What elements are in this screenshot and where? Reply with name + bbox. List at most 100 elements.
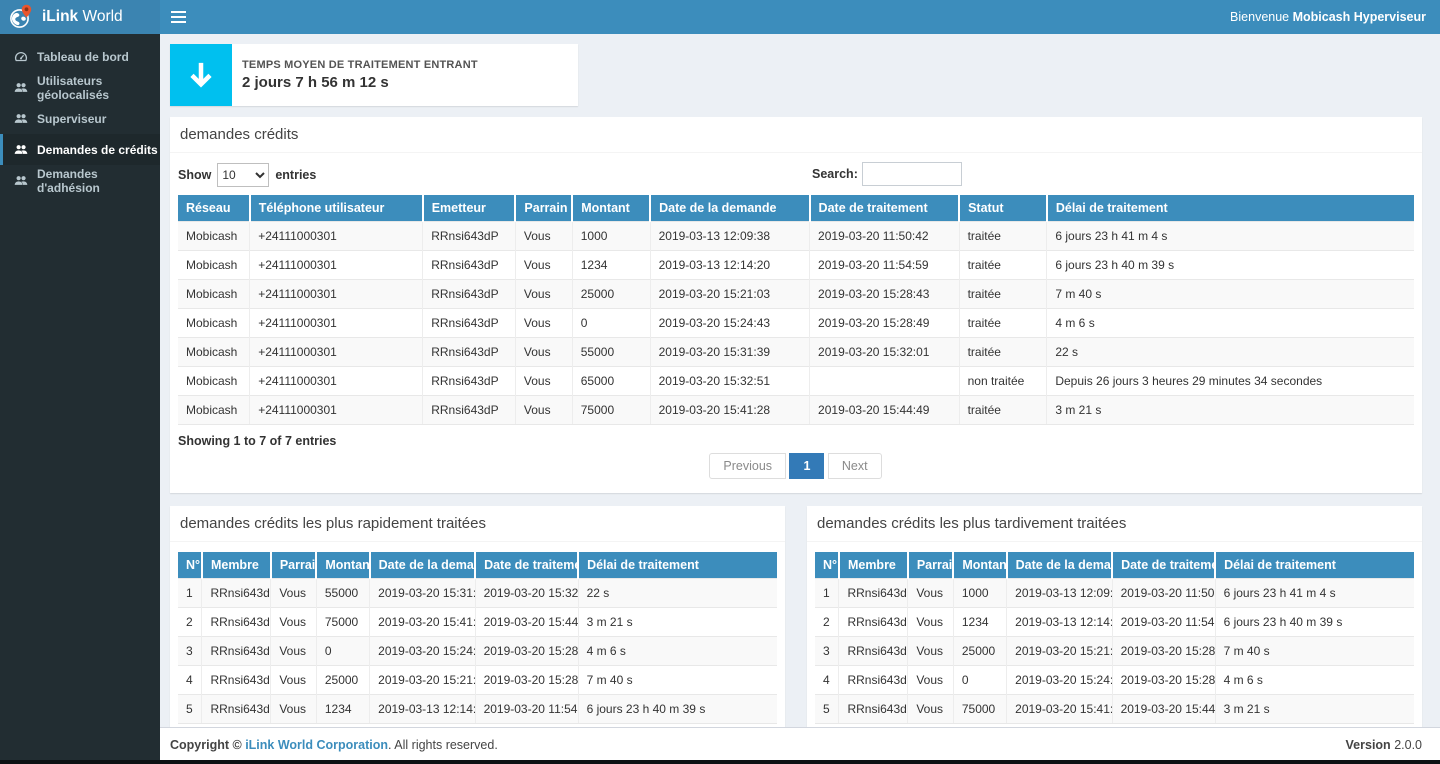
entries-select[interactable]: 10 (217, 163, 269, 187)
table-cell: RRnsi643dP (202, 666, 271, 695)
sidebar-item-demandes-d-adhesion[interactable]: Demandes d'adhésion (0, 165, 160, 196)
table-cell: +24111000301 (250, 396, 423, 425)
table-row: Mobicash+24111000301RRnsi643dPVous123420… (178, 251, 1414, 280)
table-cell: RRnsi643dP (423, 338, 516, 367)
search-input[interactable] (862, 162, 962, 186)
table-cell: 6 jours 23 h 40 m 39 s (578, 695, 777, 724)
column-header[interactable]: Date de la demande (650, 195, 809, 222)
table-cell: 55000 (572, 338, 650, 367)
table-cell: 2019-03-20 11:54:59 (1112, 608, 1215, 637)
column-header[interactable]: Parrain (908, 552, 954, 579)
column-header[interactable]: Date de la demande (370, 552, 475, 579)
table-cell: Mobicash (178, 251, 250, 280)
column-header[interactable]: Date de la demande (1007, 552, 1112, 579)
table-cell: 2019-03-20 11:54:59 (475, 695, 578, 724)
column-header[interactable]: Réseau (178, 195, 250, 222)
column-header[interactable]: Statut (959, 195, 1047, 222)
column-header[interactable]: Date de traitement (810, 195, 960, 222)
table-cell: 7 m 40 s (578, 666, 777, 695)
column-header[interactable]: Montant (572, 195, 650, 222)
table-cell: RRnsi643dP (839, 579, 908, 608)
sidebar-item-label: Utilisateurs géolocalisés (37, 74, 160, 102)
column-header[interactable]: Délai de traitement (578, 552, 777, 579)
table-cell: 2019-03-20 15:44:49 (475, 608, 578, 637)
table-row: Mobicash+24111000301RRnsi643dPVous250002… (178, 280, 1414, 309)
table-row: Mobicash+24111000301RRnsi643dPVous02019-… (178, 309, 1414, 338)
table-row: Mobicash+24111000301RRnsi643dPVous650002… (178, 367, 1414, 396)
sidebar-item-utilisateurs-geolocalises[interactable]: Utilisateurs géolocalisés (0, 72, 160, 103)
table-cell: Vous (271, 608, 317, 637)
sidebar-item-label: Demandes de crédits (37, 143, 158, 157)
pagination: Previous 1 Next (178, 453, 1414, 479)
table-cell: 22 s (578, 579, 777, 608)
sidebar-item-demandes-de-credits[interactable]: Demandes de crédits (0, 134, 160, 165)
company-link[interactable]: iLink World Corporation (245, 738, 388, 752)
table-cell: 6 jours 23 h 40 m 39 s (1215, 608, 1414, 637)
table-cell: 2019-03-20 15:32:51 (650, 367, 809, 396)
next-page-button[interactable]: Next (828, 453, 882, 479)
table-cell: traitée (959, 251, 1047, 280)
table-cell: 7 m 40 s (1215, 637, 1414, 666)
table-cell: 2019-03-13 12:14:20 (650, 251, 809, 280)
column-header[interactable]: Montant (953, 552, 1006, 579)
credits-table: RéseauTéléphone utilisateurEmetteurParra… (178, 195, 1414, 425)
previous-page-button[interactable]: Previous (709, 453, 786, 479)
table-cell: 1 (178, 579, 202, 608)
column-header[interactable]: Délai de traitement (1215, 552, 1414, 579)
table-cell: 2019-03-20 15:24:43 (650, 309, 809, 338)
column-header[interactable]: Date de traitement (475, 552, 578, 579)
table-cell: RRnsi643dP (839, 637, 908, 666)
table-cell: 65000 (572, 367, 650, 396)
table-cell: Mobicash (178, 222, 250, 251)
table-cell: 25000 (572, 280, 650, 309)
sidebar-item-superviseur[interactable]: Superviseur (0, 103, 160, 134)
page-1-button[interactable]: 1 (789, 453, 824, 479)
table-cell: 7 m 40 s (1047, 280, 1414, 309)
sidebar-item-label: Superviseur (37, 112, 106, 126)
column-header[interactable]: Montant (316, 552, 369, 579)
welcome-text: Bienvenue Mobicash Hyperviseur (1230, 0, 1426, 34)
sidebar-toggle-button[interactable] (160, 0, 196, 34)
table-cell: 6 jours 23 h 41 m 4 s (1215, 579, 1414, 608)
table-cell: 3 m 21 s (578, 608, 777, 637)
column-header[interactable]: Membre (839, 552, 908, 579)
credits-panel: demandes crédits Show 10 entries Search:… (170, 117, 1422, 493)
main-content: TEMPS MOYEN DE TRAITEMENT ENTRANT 2 jour… (160, 34, 1440, 727)
table-cell: 55000 (316, 579, 369, 608)
sidebar-menu: Tableau de bordUtilisateurs géolocalisés… (0, 34, 160, 196)
table-cell: RRnsi643dP (202, 608, 271, 637)
column-header[interactable]: Parrain (271, 552, 317, 579)
table-cell: +24111000301 (250, 280, 423, 309)
table-cell: Vous (515, 222, 572, 251)
table-cell: 0 (953, 666, 1006, 695)
table-cell: 3 (815, 637, 839, 666)
table-cell: traitée (959, 280, 1047, 309)
table-cell: 6 jours 23 h 41 m 4 s (1047, 222, 1414, 251)
table-cell: 2 (178, 608, 202, 637)
column-header[interactable]: N° (178, 552, 202, 579)
app-logo[interactable]: iLink World (0, 0, 160, 34)
table-cell: 2019-03-20 15:44:49 (810, 396, 960, 425)
column-header[interactable]: Téléphone utilisateur (250, 195, 423, 222)
sidebar-item-tableau-de-bord[interactable]: Tableau de bord (0, 41, 160, 72)
column-header[interactable]: Membre (202, 552, 271, 579)
column-header[interactable]: Date de traitement (1112, 552, 1215, 579)
column-header[interactable]: N° (815, 552, 839, 579)
table-cell: 2019-03-20 15:28:49 (475, 637, 578, 666)
table-cell: 2019-03-20 15:31:39 (650, 338, 809, 367)
brand-name: iLink World (42, 8, 123, 26)
table-cell: RRnsi643dP (202, 695, 271, 724)
users-icon (14, 112, 28, 126)
table-cell: RRnsi643dP (423, 309, 516, 338)
table-cell: Vous (271, 579, 317, 608)
table-cell: +24111000301 (250, 222, 423, 251)
users-icon (14, 174, 28, 188)
table-row: Mobicash+24111000301RRnsi643dPVous750002… (178, 396, 1414, 425)
column-header[interactable]: Délai de traitement (1047, 195, 1414, 222)
table-row: 5RRnsi643dPVous12342019-03-13 12:14:2020… (178, 695, 777, 724)
table-cell: 2019-03-20 15:32:01 (475, 579, 578, 608)
column-header[interactable]: Parrain (515, 195, 572, 222)
table-cell: 2019-03-20 15:31:39 (370, 579, 475, 608)
table-cell: 22 s (1047, 338, 1414, 367)
column-header[interactable]: Emetteur (423, 195, 516, 222)
